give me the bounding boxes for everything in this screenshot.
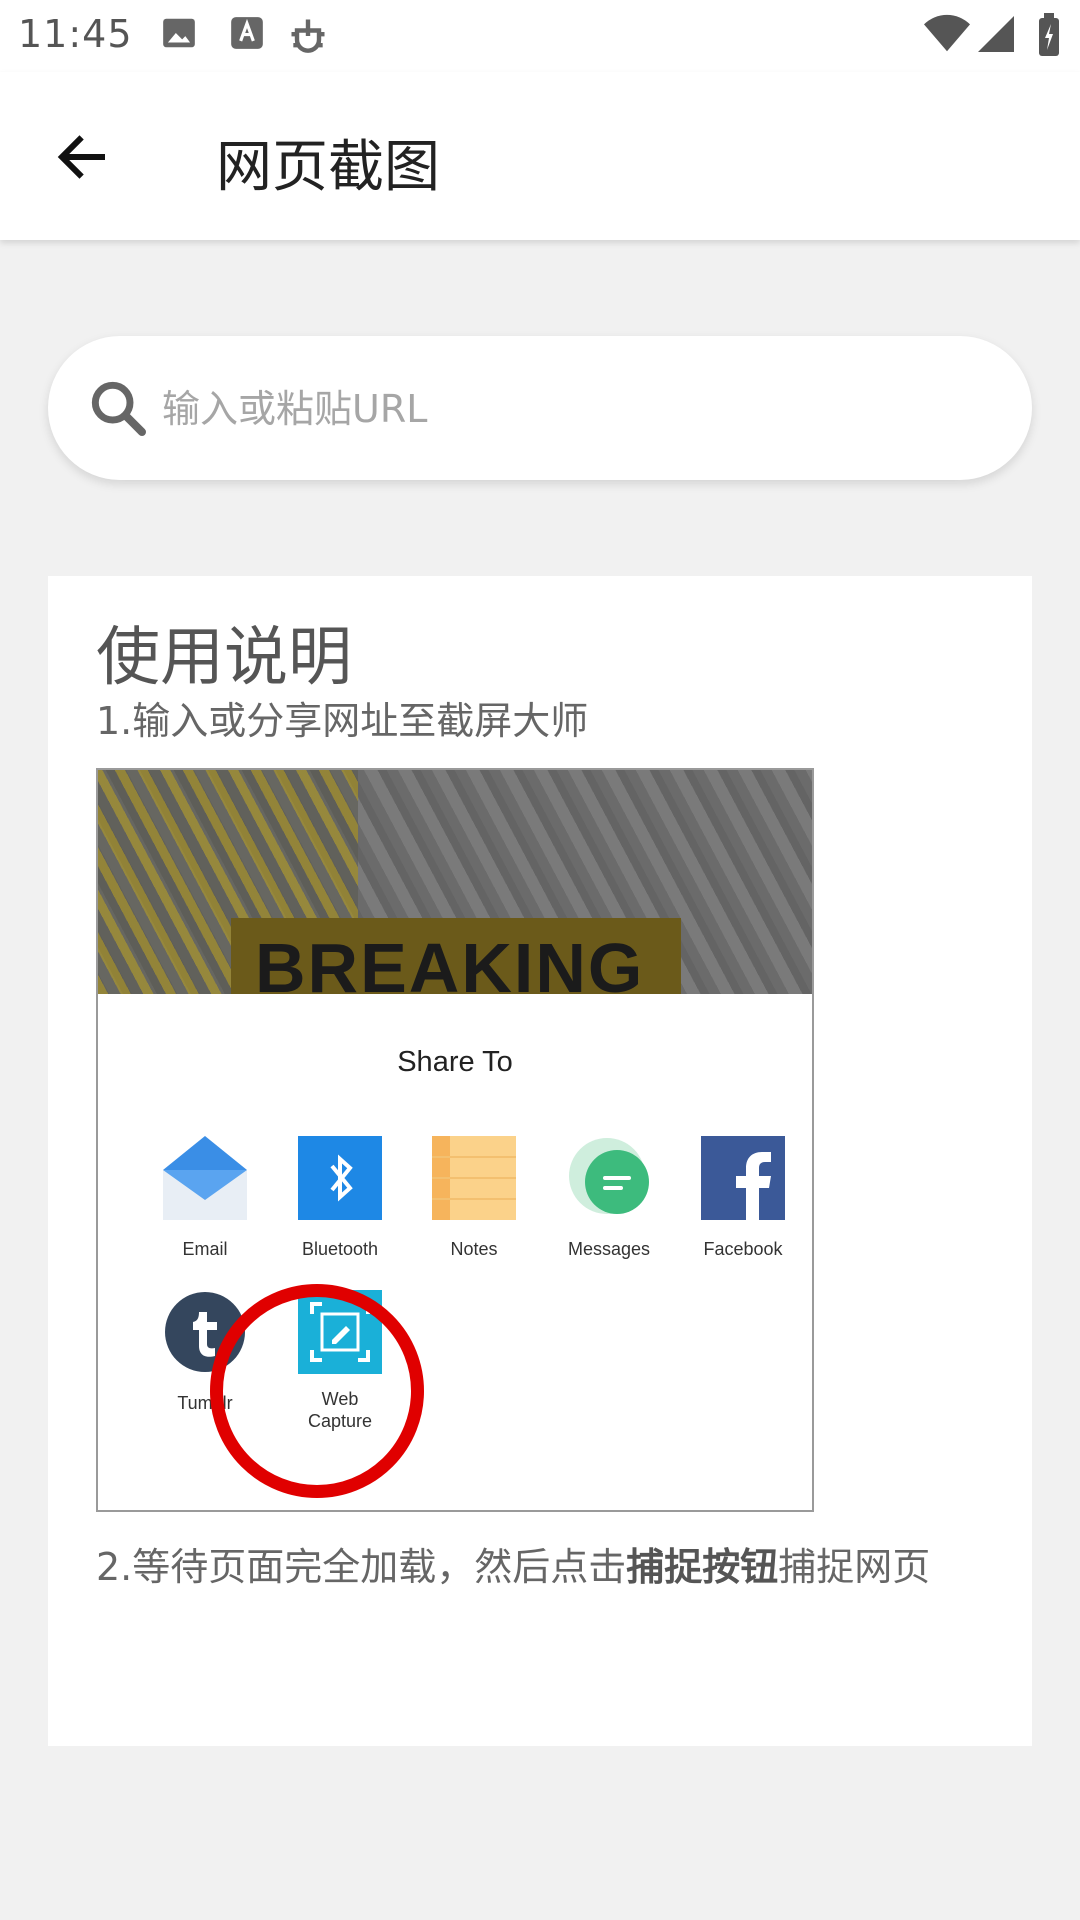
share-app-notes: Notes: [409, 1136, 539, 1260]
back-arrow-icon[interactable]: [52, 127, 112, 187]
bug-notification-icon: [291, 19, 325, 53]
share-sheet: Share To Email Bluetooth Notes Messages …: [98, 994, 812, 1510]
bluetooth-icon: [298, 1136, 382, 1220]
share-app-bluetooth: Bluetooth: [275, 1136, 405, 1260]
instruction-step-1: 1.输入或分享网址至截屏大师: [96, 699, 589, 743]
status-bar: 11:45: [0, 0, 1080, 72]
page-title: 网页截图: [216, 135, 440, 200]
app-bar: 网页截图: [0, 72, 1080, 240]
signal-icon: [978, 16, 1014, 52]
url-search-bar[interactable]: [48, 336, 1032, 480]
step2-text-start: 2.等待页面完全加载，然后点击: [96, 1545, 627, 1589]
url-input[interactable]: [160, 376, 984, 442]
share-app-messages: Messages: [544, 1136, 674, 1260]
status-time: 11:45: [18, 12, 133, 56]
facebook-label: Facebook: [703, 1239, 783, 1259]
facebook-icon: [701, 1136, 785, 1220]
instructions-card: 使用说明 1.输入或分享网址至截屏大师 BREAKING Share To Em…: [48, 576, 1032, 1746]
search-icon: [91, 381, 146, 436]
share-app-email: Email: [140, 1136, 270, 1260]
share-app-facebook: Facebook: [678, 1136, 808, 1260]
instruction-step-2: 2.等待页面完全加载，然后点击捕捉按钮捕捉网页: [96, 1536, 996, 1598]
notes-icon: [432, 1136, 516, 1220]
step2-bold-text: 捕捉按钮: [626, 1545, 779, 1589]
font-notification-icon: [231, 17, 263, 49]
image-notification-icon: [163, 18, 195, 48]
instructions-title: 使用说明: [96, 621, 352, 695]
highlight-circle: [210, 1284, 424, 1498]
tutorial-image: BREAKING Share To Email Bluetooth Notes …: [96, 768, 814, 1512]
share-sheet-title: Share To: [397, 1046, 513, 1078]
wifi-icon: [924, 14, 970, 52]
bluetooth-label: Bluetooth: [301, 1239, 379, 1259]
breaking-text: BREAKING: [255, 929, 645, 998]
webpage-background: BREAKING: [98, 770, 812, 998]
email-label: Email: [182, 1239, 228, 1259]
email-icon: [163, 1136, 247, 1220]
step2-text-end: 捕捉网页: [778, 1545, 931, 1589]
messages-label: Messages: [567, 1239, 651, 1259]
messages-icon: [569, 1138, 649, 1214]
battery-charging-icon: [1039, 13, 1059, 56]
notes-label: Notes: [450, 1239, 498, 1259]
breaking-banner: BREAKING: [231, 918, 681, 998]
